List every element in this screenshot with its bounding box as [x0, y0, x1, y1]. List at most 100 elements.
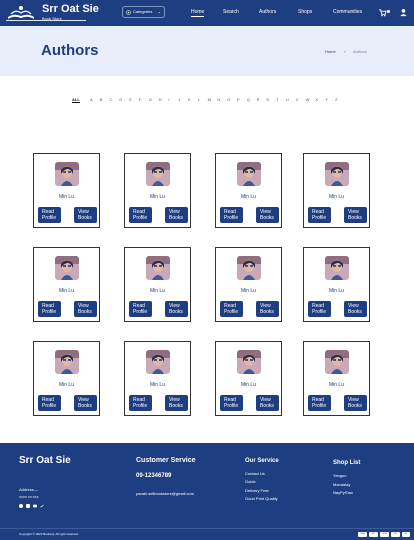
cart-icon[interactable] [378, 8, 387, 17]
alpha-filter-g[interactable]: G [149, 97, 152, 102]
author-avatar[interactable] [146, 350, 170, 374]
alpha-filter-d[interactable]: D [119, 97, 122, 102]
author-card[interactable]: Min Lu Read Profile View Books [215, 153, 282, 228]
alpha-filter-o[interactable]: O [227, 97, 230, 102]
alpha-filter-y[interactable]: Y [325, 97, 328, 102]
author-avatar[interactable] [325, 350, 349, 374]
author-card[interactable]: Min Lu Read Profile View Books [215, 341, 282, 416]
view-books-button[interactable]: View Books [256, 207, 279, 223]
read-profile-button[interactable]: Read Profile [38, 395, 61, 411]
author-card[interactable]: Min Lu Read Profile View Books [215, 247, 282, 322]
author-avatar[interactable] [237, 256, 261, 280]
view-books-button[interactable]: View Books [344, 395, 367, 411]
view-books-button[interactable]: View Books [344, 301, 367, 317]
author-name[interactable]: Min Lu [216, 194, 281, 200]
author-avatar[interactable] [237, 162, 261, 186]
alpha-filter-a[interactable]: A [90, 97, 93, 102]
read-profile-button[interactable]: Read Profile [220, 301, 243, 317]
author-name[interactable]: Min Lu [216, 382, 281, 388]
nav-search[interactable]: Search [223, 9, 239, 15]
alpha-filter-v[interactable]: V [296, 97, 299, 102]
author-avatar[interactable] [55, 162, 79, 186]
alpha-filter-r[interactable]: R [257, 97, 260, 102]
nav-shops[interactable]: Shops [298, 9, 312, 15]
alpha-filter-l[interactable]: L [198, 97, 200, 102]
alpha-filter-w[interactable]: W [306, 97, 310, 102]
alpha-filter-b[interactable]: B [100, 97, 103, 102]
footer-shop-yangon[interactable]: Yangon [333, 473, 347, 478]
footer-link-contact[interactable]: Contact Us [245, 471, 265, 476]
alpha-filter-c[interactable]: C [110, 97, 113, 102]
author-avatar[interactable] [325, 256, 349, 280]
alpha-filter-u[interactable]: U [286, 97, 289, 102]
nav-communities[interactable]: Communities [333, 9, 362, 15]
alpha-filter-m[interactable]: M [208, 97, 211, 102]
author-avatar[interactable] [55, 256, 79, 280]
youtube-icon[interactable] [33, 504, 37, 508]
alpha-filter-i[interactable]: I [168, 97, 169, 102]
read-profile-button[interactable]: Read Profile [38, 207, 61, 223]
view-books-button[interactable]: View Books [165, 207, 188, 223]
alpha-filter-k[interactable]: K [188, 97, 191, 102]
author-card[interactable]: Min Lu Read Profile View Books [33, 247, 100, 322]
read-profile-button[interactable]: Read Profile [129, 207, 152, 223]
author-card[interactable]: Min Lu Read Profile View Books [303, 341, 370, 416]
customer-service-email[interactable]: parabi.sellbookstore@gmail.com [136, 491, 194, 496]
read-profile-button[interactable]: Read Profile [308, 207, 331, 223]
alpha-filter-z[interactable]: Z [335, 97, 337, 102]
author-card[interactable]: Min Lu Read Profile View Books [33, 341, 100, 416]
read-profile-button[interactable]: Read Profile [129, 395, 152, 411]
view-books-button[interactable]: View Books [256, 301, 279, 317]
read-profile-button[interactable]: Read Profile [220, 207, 243, 223]
author-card[interactable]: Min Lu Read Profile View Books [124, 341, 191, 416]
footer-link-print-quality[interactable]: Good Print Quality [245, 496, 278, 501]
alpha-filter-q[interactable]: Q [247, 97, 250, 102]
view-books-button[interactable]: View Books [165, 395, 188, 411]
facebook-icon[interactable] [19, 504, 23, 508]
author-avatar[interactable] [146, 256, 170, 280]
view-books-button[interactable]: View Books [256, 395, 279, 411]
alpha-filter-p[interactable]: P [237, 97, 240, 102]
author-name[interactable]: Min Lu [34, 382, 99, 388]
footer-link-delivery[interactable]: Delivery Free [245, 488, 269, 493]
categories-dropdown[interactable]: Categories ⌄ [122, 6, 165, 18]
read-profile-button[interactable]: Read Profile [308, 395, 331, 411]
alpha-filter-x[interactable]: X [315, 97, 318, 102]
brand-name[interactable]: Srr Oat Sie [42, 3, 99, 15]
instagram-icon[interactable] [26, 504, 30, 508]
author-name[interactable]: Min Lu [34, 194, 99, 200]
book-logo-icon[interactable] [6, 3, 36, 21]
footer-shop-naypyitaw[interactable]: NayPyiTaw [333, 490, 353, 495]
nav-home[interactable]: Home [191, 9, 205, 17]
breadcrumb-home[interactable]: Home [325, 49, 336, 54]
read-profile-button[interactable]: Read Profile [220, 395, 243, 411]
alpha-filter-f[interactable]: F [139, 97, 141, 102]
author-avatar[interactable] [237, 350, 261, 374]
author-avatar[interactable] [55, 350, 79, 374]
author-name[interactable]: Min Lu [216, 288, 281, 294]
author-name[interactable]: Min Lu [125, 382, 190, 388]
alpha-filter-h[interactable]: H [159, 97, 162, 102]
twitter-icon[interactable] [40, 504, 44, 508]
author-name[interactable]: Min Lu [34, 288, 99, 294]
alpha-filter-s[interactable]: S [266, 97, 269, 102]
nav-authors[interactable]: Authors [259, 9, 276, 15]
author-card[interactable]: Min Lu Read Profile View Books [303, 247, 370, 322]
author-name[interactable]: Min Lu [304, 382, 369, 388]
author-name[interactable]: Min Lu [125, 194, 190, 200]
author-name[interactable]: Min Lu [304, 194, 369, 200]
alpha-filter-e[interactable]: E [129, 97, 132, 102]
view-books-button[interactable]: View Books [74, 301, 97, 317]
alpha-filter-j[interactable]: J [178, 97, 180, 102]
user-icon[interactable] [399, 8, 408, 17]
view-books-button[interactable]: View Books [344, 207, 367, 223]
read-profile-button[interactable]: Read Profile [129, 301, 152, 317]
author-avatar[interactable] [146, 162, 170, 186]
footer-link-guide[interactable]: Guide [245, 479, 256, 484]
view-books-button[interactable]: View Books [74, 395, 97, 411]
view-books-button[interactable]: View Books [165, 301, 188, 317]
footer-brand[interactable]: Srr Oat Sie [19, 455, 71, 466]
author-card[interactable]: Min Lu Read Profile View Books [33, 153, 100, 228]
alpha-filter-all[interactable]: ALL [72, 97, 80, 103]
alpha-filter-t[interactable]: T [276, 97, 278, 102]
